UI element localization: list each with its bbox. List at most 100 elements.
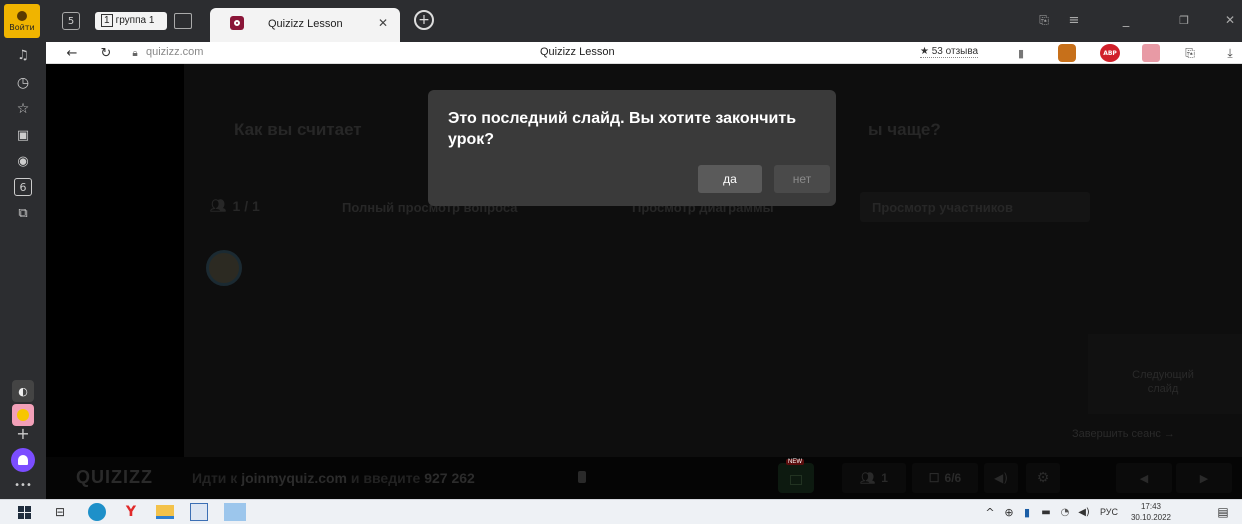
new-badge: NEW (786, 459, 804, 465)
bell-icon[interactable]: ♫ (14, 46, 32, 64)
players-icon: 👥︎ (860, 471, 876, 485)
alice-icon[interactable] (11, 448, 35, 472)
word-app-icon[interactable] (190, 503, 208, 521)
history-icon[interactable]: ◷ (14, 74, 32, 92)
address-bar: ← ↻ 🔒︎ quizizz.com Quizizz Lesson ★ 53 о… (46, 42, 1242, 64)
join-code: 927 262 (424, 470, 475, 486)
quizizz-favicon (230, 16, 244, 30)
tab-group[interactable]: 1 группа 1 (95, 11, 167, 31)
slides-counter[interactable]: ☐ 6/6 (912, 463, 978, 493)
tray-chevron-icon[interactable]: ^ (984, 504, 996, 520)
download-icon[interactable]: ⤓ (1222, 45, 1238, 61)
task-view-icon[interactable]: ⊟ (52, 504, 68, 520)
tray-icon-2[interactable]: ▮ (1020, 504, 1034, 520)
extension-translate-icon[interactable] (1058, 44, 1076, 62)
url-field[interactable]: quizizz.com (146, 46, 203, 58)
home-tab-icon[interactable]: 5 (62, 12, 80, 30)
notifications-icon[interactable]: ▤ (1214, 504, 1232, 520)
share-icon[interactable]: ⎘ (1182, 45, 1198, 61)
yandex-icon[interactable]: Y (122, 503, 140, 521)
restore-icon[interactable]: ❐ (1176, 12, 1192, 28)
new-tab-button[interactable]: + (414, 10, 434, 30)
tab-quizizz[interactable]: Quizizz Lesson ✕ (210, 8, 400, 42)
bookmark-icon[interactable]: ▮ (1014, 45, 1028, 61)
clock-time: 17:43 (1140, 502, 1162, 511)
tab-participants-label: Просмотр участников (872, 200, 1013, 215)
edge-icon[interactable] (88, 503, 106, 521)
slides-icon: ☐ (928, 471, 940, 485)
tab-participants-view[interactable]: Просмотр участников (860, 192, 1090, 222)
network-icon[interactable]: ▬ (1038, 504, 1054, 520)
next-slide-label: Следующий слайд (1132, 369, 1194, 395)
yes-button[interactable]: да (698, 165, 762, 193)
players-count: 1 (881, 471, 888, 485)
bookmark-tab-icon[interactable]: ⎘ (1036, 12, 1052, 28)
taskbar: ⊟ Y ^ ⊕ ▮ ▬ ◔ ◀) РУС 17:43 30.10.2022 ▤ (0, 499, 1242, 524)
end-session-button[interactable]: Завершить сеанс → (1072, 428, 1175, 440)
close-window-icon[interactable]: ✕ (1222, 12, 1238, 28)
login-label: Войти (9, 22, 35, 32)
login-button[interactable]: Войти (4, 4, 40, 38)
join-site: joinmyquiz.com (241, 470, 347, 486)
close-tab-icon[interactable]: ✕ (376, 16, 390, 30)
screen: { "browser": { "login_label": "Войти", "… (0, 0, 1242, 524)
notes-icon[interactable]: ▣ (14, 126, 32, 144)
adblock-icon[interactable]: ABP (1100, 44, 1120, 62)
prev-slide-icon[interactable]: ◀ (1116, 463, 1172, 493)
lock-icon: 🔒︎ (132, 47, 138, 59)
clock-date: 30.10.2022 (1130, 513, 1172, 522)
participants-counter: 👥︎ 1 / 1 (210, 198, 260, 214)
file-explorer-icon[interactable] (156, 505, 174, 519)
confirm-dialog: Это последний слайд. Вы хотите закончить… (428, 90, 836, 206)
join-instructions: Идти к joinmyquiz.com и введите 927 262 (192, 470, 475, 486)
tray-icon-1[interactable]: ⊕ (1002, 504, 1016, 520)
clock[interactable]: 17:43 30.10.2022 (1126, 501, 1176, 523)
collections-icon[interactable]: ⧉ (14, 204, 32, 222)
app-icon-1[interactable]: ◐ (12, 380, 34, 402)
participant-avatar (206, 250, 242, 286)
windows-start-icon[interactable] (16, 505, 32, 519)
participants-count: 1 / 1 (232, 198, 260, 214)
quizizz-logo: QUIZIZZ (76, 467, 153, 487)
browser-sidebar: ♫ ◷ ☆ ▣ ◉ 6 ⧉ ◐ + ••• (0, 42, 46, 499)
more-icon[interactable]: ••• (12, 476, 34, 494)
volume-tray-icon[interactable]: ◀) (1076, 504, 1092, 520)
add-app-icon[interactable]: + (12, 422, 34, 444)
reload-icon[interactable]: ↻ (98, 45, 114, 61)
settings-icon[interactable]: ⚙ (1026, 463, 1060, 493)
no-button[interactable]: нет (774, 165, 830, 193)
language-indicator[interactable]: РУС (1100, 507, 1118, 517)
page-title: Quizizz Lesson (540, 46, 615, 58)
question-text-left: Как вы считает (234, 120, 362, 139)
tab-title: Quizizz Lesson (268, 18, 343, 30)
tab-group-label: группа 1 (115, 15, 155, 26)
next-slide-button[interactable]: Следующий слайд (1088, 334, 1242, 414)
left-dark-gutter (46, 64, 184, 457)
quiz-footer: QUIZIZZ Идти к joinmyquiz.com и введите … (46, 457, 1242, 499)
new-feature-button[interactable]: NEW (778, 459, 814, 493)
screen-icon (790, 475, 802, 485)
participants-icon: 👥︎ (210, 198, 227, 213)
tabs-icon[interactable]: 6 (14, 178, 32, 196)
slides-count: 6/6 (944, 471, 962, 485)
reviews-link[interactable]: ★ 53 отзыва (920, 46, 979, 58)
minimize-icon[interactable]: _ (1118, 12, 1134, 28)
menu-icon[interactable]: ≡ (1066, 12, 1082, 28)
players-counter[interactable]: 👥︎ 1 (842, 463, 906, 493)
volume-icon[interactable]: ◀) (984, 463, 1018, 493)
back-icon[interactable]: ← (64, 45, 80, 61)
extension-icon[interactable] (1142, 44, 1160, 62)
photos-icon[interactable] (224, 503, 246, 521)
join-mid: и введите (347, 470, 425, 486)
play-icon[interactable]: ◉ (14, 152, 32, 170)
star-icon[interactable]: ☆ (14, 100, 32, 118)
question-text-right: ы чаще? (868, 120, 941, 139)
join-prefix: Идти к (192, 470, 242, 486)
tab-layout-icon[interactable] (174, 13, 192, 29)
dialog-message: Это последний слайд. Вы хотите закончить… (448, 110, 797, 148)
wifi-icon[interactable]: ◔ (1058, 504, 1072, 520)
user-icon (17, 10, 27, 21)
copy-code-icon[interactable] (578, 471, 586, 483)
next-slide-icon[interactable]: ▶ (1176, 463, 1232, 493)
quizizz-page: Как вы считает ы чаще? 👥︎ 1 / 1 Полный п… (46, 64, 1242, 499)
